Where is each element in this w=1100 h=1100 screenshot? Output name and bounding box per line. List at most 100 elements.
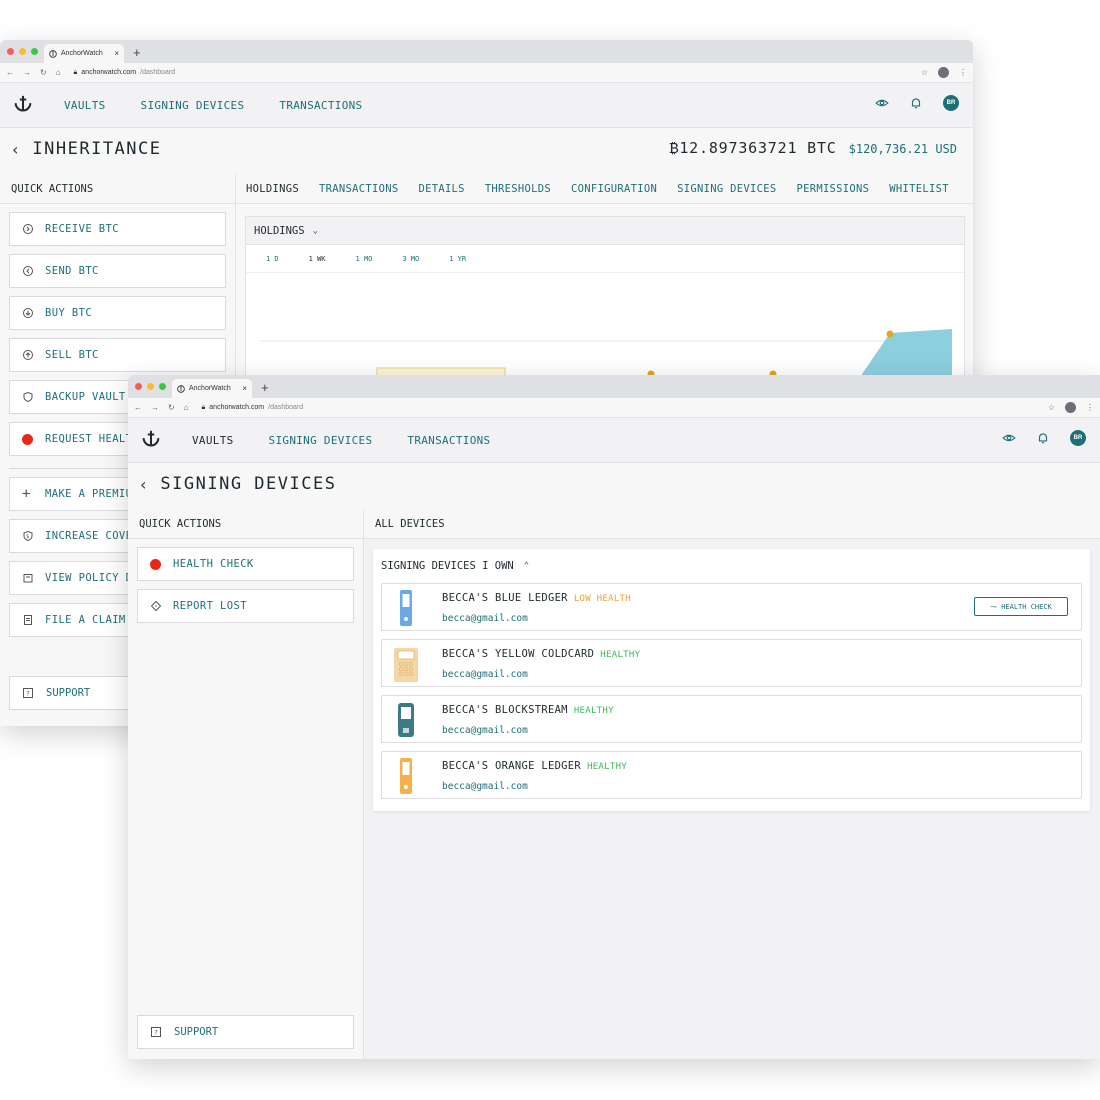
forward-arrow-icon[interactable]: → (151, 403, 159, 412)
device-row[interactable]: BECCA'S YELLOW COLDCARD HEALTHY becca@gma… (381, 639, 1082, 687)
menu-dots-icon[interactable]: ⋮ (1086, 403, 1094, 412)
minimize-window-icon[interactable] (147, 383, 154, 390)
tab-holdings[interactable]: HOLDINGS (246, 183, 299, 195)
eye-icon[interactable] (875, 96, 889, 110)
profile-icon[interactable] (1065, 402, 1076, 413)
nav-signing-devices[interactable]: SIGNING DEVICES (269, 434, 373, 447)
nav-signing-devices[interactable]: SIGNING DEVICES (141, 99, 245, 112)
app-nav: VAULTS SIGNING DEVICES TRANSACTIONS BR (0, 83, 973, 128)
nav-vaults[interactable]: VAULTS (64, 99, 106, 112)
home-icon[interactable]: ⌂ (184, 403, 189, 412)
blockstream-device-icon (398, 703, 414, 737)
receive-btc-label: RECEIVE BTC (45, 223, 119, 235)
devices-section-header[interactable]: SIGNING DEVICES I OWN ⌃ (373, 549, 1090, 583)
page-header: ‹ INHERITANCE ₿12.897363721 BTC $120,736… (0, 128, 973, 170)
pulse-icon: ⁓ (990, 602, 998, 611)
maximize-window-icon[interactable] (159, 383, 166, 390)
support-label: SUPPORT (174, 1026, 219, 1038)
device-name-line: BECCA'S YELLOW COLDCARD HEALTHY (442, 648, 640, 660)
tab-permissions[interactable]: PERMISSIONS (796, 183, 869, 195)
anchor-favicon-icon (49, 49, 57, 58)
range-3mo[interactable]: 3 MO (402, 255, 419, 263)
device-owner-email: becca@gmail.com (442, 725, 528, 736)
support-button[interactable]: ? SUPPORT (137, 1015, 354, 1049)
star-icon[interactable]: ☆ (1048, 403, 1055, 412)
tab-configuration[interactable]: CONFIGURATION (571, 183, 657, 195)
new-tab-icon[interactable]: + (133, 45, 141, 60)
device-owner-email: becca@gmail.com (442, 669, 528, 680)
chart-point[interactable] (886, 330, 894, 338)
device-status: LOW HEALTH (573, 594, 631, 604)
eye-icon[interactable] (1002, 431, 1016, 445)
star-icon[interactable]: ☆ (921, 68, 928, 77)
device-name: BECCA'S BLUE LEDGER (442, 592, 568, 604)
report-lost-button[interactable]: REPORT LOST (137, 589, 354, 623)
range-1mo[interactable]: 1 MO (356, 255, 373, 263)
url-field[interactable]: 🔒︎ anchorwatch.com/dashboard (202, 404, 304, 412)
send-btc-button[interactable]: SEND BTC (9, 254, 226, 288)
range-1d[interactable]: 1 D (266, 255, 279, 263)
alert-dot-icon (22, 433, 33, 445)
user-avatar[interactable]: BR (1070, 430, 1086, 446)
device-row[interactable]: BECCA'S ORANGE LEDGER HEALTHY becca@gmail… (381, 751, 1082, 799)
bell-icon[interactable] (1036, 431, 1050, 445)
svg-text:?: ? (26, 690, 29, 698)
tab-transactions[interactable]: TRANSACTIONS (319, 183, 398, 195)
anchorwatch-logo-icon[interactable] (140, 429, 162, 451)
browser-tab[interactable]: AnchorWatch × (172, 379, 252, 398)
receive-btc-button[interactable]: RECEIVE BTC (9, 212, 226, 246)
device-name: BECCA'S ORANGE LEDGER (442, 760, 582, 772)
device-name: BECCA'S YELLOW COLDCARD (442, 648, 595, 660)
tab-whitelist[interactable]: WHITELIST (889, 183, 949, 195)
window-controls (135, 383, 166, 390)
back-arrow-icon[interactable]: ← (134, 403, 142, 412)
sell-btc-button[interactable]: SELL BTC (9, 338, 226, 372)
range-1yr[interactable]: 1 YR (449, 255, 466, 263)
address-bar: ← → ↻ ⌂ 🔒︎ anchorwatch.com/dashboard ☆ ⋮ (0, 63, 973, 83)
page-header: ‹ SIGNING DEVICES (128, 463, 1100, 505)
url-domain: anchorwatch.com (209, 404, 265, 411)
close-window-icon[interactable] (135, 383, 142, 390)
browser-tab[interactable]: AnchorWatch × (44, 44, 124, 63)
device-name-line: BECCA'S ORANGE LEDGER HEALTHY (442, 760, 627, 772)
quick-actions-sidebar: QUICK ACTIONS HEALTH CHECK REPORT LOST ?… (128, 509, 364, 1059)
reload-icon[interactable]: ↻ (40, 68, 47, 77)
back-chevron-icon[interactable]: ‹ (12, 140, 18, 159)
diamond-icon (150, 600, 162, 612)
page-title: INHERITANCE (32, 139, 162, 159)
tab-signing-devices[interactable]: SIGNING DEVICES (677, 183, 776, 195)
holdings-header[interactable]: HOLDINGS ⌄ (246, 217, 964, 245)
bell-icon[interactable] (909, 96, 923, 110)
minimize-window-icon[interactable] (19, 48, 26, 55)
quick-actions-heading: QUICK ACTIONS (128, 509, 363, 539)
user-avatar[interactable]: BR (943, 95, 959, 111)
plus-icon: + (22, 486, 31, 502)
nav-vaults[interactable]: VAULTS (192, 434, 234, 447)
tab-details[interactable]: DETAILS (418, 183, 464, 195)
back-arrow-icon[interactable]: ← (6, 68, 14, 77)
close-window-icon[interactable] (7, 48, 14, 55)
tab-thresholds[interactable]: THRESHOLDS (485, 183, 551, 195)
tab-close-icon[interactable]: × (242, 384, 247, 393)
sell-btc-label: SELL BTC (45, 349, 99, 361)
url-field[interactable]: 🔒︎ anchorwatch.com/dashboard (74, 69, 176, 77)
range-1wk[interactable]: 1 WK (309, 255, 326, 263)
health-check-button[interactable]: ⁓ HEALTH CHECK (974, 597, 1068, 616)
reload-icon[interactable]: ↻ (168, 403, 175, 412)
home-icon[interactable]: ⌂ (56, 68, 61, 77)
forward-arrow-icon[interactable]: → (23, 68, 31, 77)
device-row[interactable]: BECCA'S BLUE LEDGER LOW HEALTH becca@gmai… (381, 583, 1082, 631)
device-name-line: BECCA'S BLUE LEDGER LOW HEALTH (442, 592, 631, 604)
maximize-window-icon[interactable] (31, 48, 38, 55)
tab-close-icon[interactable]: × (114, 49, 119, 58)
back-chevron-icon[interactable]: ‹ (140, 475, 146, 494)
anchorwatch-logo-icon[interactable] (12, 94, 34, 116)
device-row[interactable]: BECCA'S BLOCKSTREAM HEALTHY becca@gmail.c… (381, 695, 1082, 743)
new-tab-icon[interactable]: + (261, 380, 269, 395)
profile-icon[interactable] (938, 67, 949, 78)
nav-transactions[interactable]: TRANSACTIONS (279, 99, 362, 112)
menu-dots-icon[interactable]: ⋮ (959, 68, 967, 77)
buy-btc-button[interactable]: BUY BTC (9, 296, 226, 330)
health-check-button[interactable]: HEALTH CHECK (137, 547, 354, 581)
nav-transactions[interactable]: TRANSACTIONS (407, 434, 490, 447)
